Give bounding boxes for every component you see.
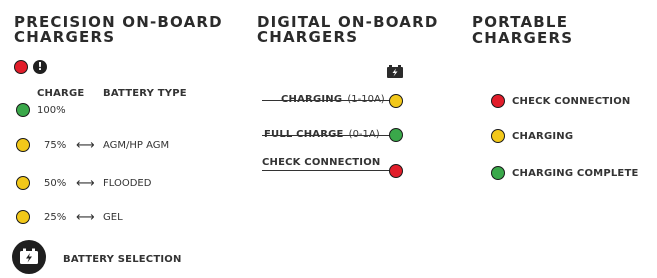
green-indicator-icon	[16, 103, 30, 117]
precision-title-line2: CHARGERS	[14, 28, 116, 46]
battery-selection-label: BATTERY SELECTION	[63, 254, 182, 265]
portable-charging-label: CHARGING	[512, 131, 574, 142]
charge-75-label: 75%	[44, 140, 67, 151]
yellow-indicator-icon	[389, 94, 403, 108]
red-indicator-icon	[389, 164, 403, 178]
green-indicator-icon	[491, 166, 505, 180]
battery-selection-button-icon	[12, 240, 46, 274]
battery-type-header: BATTERY TYPE	[103, 88, 187, 99]
double-arrow-icon: ⟷	[76, 138, 95, 153]
divider-line	[262, 100, 390, 101]
red-indicator-icon	[14, 60, 28, 74]
battery-type-flooded: FLOODED	[103, 178, 152, 189]
portable-charging-complete-label: CHARGING COMPLETE	[512, 168, 639, 179]
green-indicator-icon	[389, 128, 403, 142]
yellow-indicator-icon	[491, 129, 505, 143]
charge-100-label: 100%	[37, 105, 66, 116]
yellow-indicator-icon	[16, 176, 30, 190]
divider-line	[262, 170, 390, 171]
red-indicator-icon	[491, 94, 505, 108]
battery-type-gel: GEL	[103, 212, 123, 223]
double-arrow-icon: ⟷	[76, 176, 95, 191]
portable-title: PORTABLE CHARGERS	[472, 13, 574, 47]
charge-50-label: 50%	[44, 178, 67, 189]
divider-line	[262, 135, 390, 136]
exclamation-icon: !	[33, 60, 47, 74]
digital-full-charge-group: FULL CHARGE (0-1A)	[264, 122, 380, 141]
charge-25-label: 25%	[44, 212, 67, 223]
yellow-indicator-icon	[16, 138, 30, 152]
double-arrow-icon: ⟷	[76, 210, 95, 225]
battery-charge-icon	[20, 248, 38, 264]
digital-check-connection-label: CHECK CONNECTION	[262, 157, 381, 168]
charge-header: CHARGE	[37, 88, 85, 99]
battery-type-agm: AGM/HP AGM	[103, 140, 170, 151]
digital-charging-label-group: CHARGING (1-10A)	[281, 87, 385, 106]
battery-charge-icon	[386, 64, 404, 83]
portable-check-connection-label: CHECK CONNECTION	[512, 96, 631, 107]
yellow-indicator-icon	[16, 210, 30, 224]
digital-title-line2: CHARGERS	[257, 28, 359, 46]
